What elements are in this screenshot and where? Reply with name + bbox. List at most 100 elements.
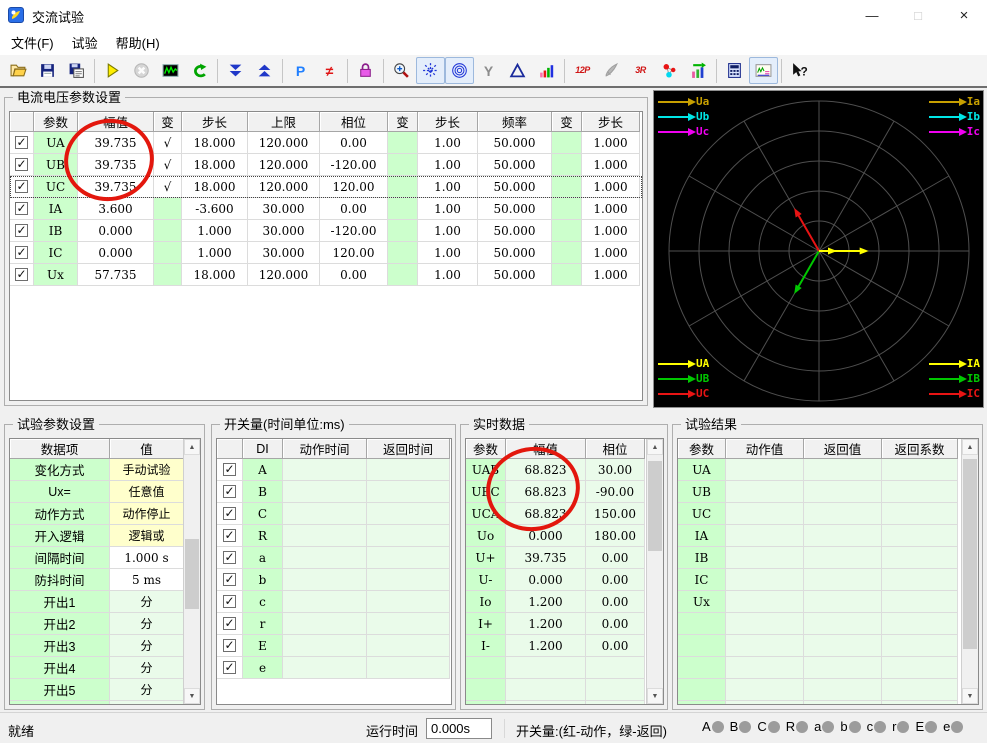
param-value-cell[interactable]: 1.000 xyxy=(182,242,248,264)
minimize-button[interactable]: — xyxy=(849,0,895,30)
delta-triangle-button[interactable] xyxy=(503,57,532,84)
param-value-cell[interactable]: √ xyxy=(154,176,182,198)
test-param-value[interactable]: 分 xyxy=(110,635,184,657)
chart-export-button[interactable] xyxy=(684,57,713,84)
param-value-cell[interactable]: 3.600 xyxy=(78,198,154,220)
test-param-value[interactable]: 逻辑或 xyxy=(110,525,184,547)
maximize-button[interactable]: □ xyxy=(895,0,941,30)
lock-button[interactable] xyxy=(351,57,380,84)
test-param-value[interactable]: 手动试验 xyxy=(110,459,184,481)
param-value-cell[interactable] xyxy=(154,198,182,220)
bar-levels-button[interactable] xyxy=(532,57,561,84)
param-value-cell[interactable]: 50.000 xyxy=(478,198,552,220)
param-value-cell[interactable]: 1.00 xyxy=(418,176,478,198)
param-value-cell[interactable]: 50.000 xyxy=(478,154,552,176)
save-floppy-button[interactable] xyxy=(33,57,62,84)
row-checkbox[interactable] xyxy=(223,660,236,674)
scroll-thumb[interactable] xyxy=(648,461,662,551)
param-value-cell[interactable]: 30.000 xyxy=(248,220,320,242)
rocket-button[interactable] xyxy=(597,57,626,84)
param-value-cell[interactable]: 1.00 xyxy=(418,198,478,220)
row-checkbox[interactable] xyxy=(223,462,236,476)
test-param-value[interactable]: 分 xyxy=(110,701,184,704)
param-value-cell[interactable]: 1.000 xyxy=(582,176,640,198)
param-value-cell[interactable]: 120.000 xyxy=(248,264,320,286)
vertical-scrollbar[interactable]: ▲ ▼ xyxy=(961,439,978,704)
calculator-button[interactable] xyxy=(720,57,749,84)
param-value-cell[interactable] xyxy=(154,264,182,286)
param-value-cell[interactable]: -120.00 xyxy=(320,154,388,176)
param-value-cell[interactable] xyxy=(154,220,182,242)
param-value-cell[interactable]: 1.00 xyxy=(418,242,478,264)
param-value-cell[interactable] xyxy=(388,242,418,264)
row-checkbox[interactable] xyxy=(223,506,236,520)
row-checkbox[interactable] xyxy=(223,484,236,498)
vertical-scrollbar[interactable]: ▲ ▼ xyxy=(646,439,663,704)
param-value-cell[interactable]: 1.000 xyxy=(582,264,640,286)
phase-flag-button[interactable]: P xyxy=(286,57,315,84)
test-param-value[interactable]: 5 ms xyxy=(110,569,184,591)
row-checkbox[interactable] xyxy=(223,550,236,564)
undo-arrow-button[interactable] xyxy=(185,57,214,84)
scroll-thumb[interactable] xyxy=(963,459,977,649)
param-value-cell[interactable]: 18.000 xyxy=(182,154,248,176)
param-value-cell[interactable]: 120.00 xyxy=(320,242,388,264)
param-value-cell[interactable]: √ xyxy=(154,154,182,176)
param-value-cell[interactable]: 1.000 xyxy=(582,220,640,242)
param-value-cell[interactable]: 50.000 xyxy=(478,176,552,198)
param-value-cell[interactable] xyxy=(552,264,582,286)
row-checkbox[interactable] xyxy=(223,616,236,630)
param-value-cell[interactable]: 50.000 xyxy=(478,264,552,286)
param-value-cell[interactable]: 1.000 xyxy=(182,220,248,242)
row-checkbox[interactable] xyxy=(223,594,236,608)
menu-item-file[interactable]: 文件(F) xyxy=(2,30,63,55)
param-value-cell[interactable] xyxy=(552,242,582,264)
param-value-cell[interactable]: 50.000 xyxy=(478,220,552,242)
param-value-cell[interactable]: 18.000 xyxy=(182,132,248,154)
scroll-up-button[interactable]: ▲ xyxy=(647,439,663,455)
starburst-button[interactable] xyxy=(416,57,445,84)
row-checkbox[interactable] xyxy=(15,267,28,281)
label-3r-button[interactable]: 3R xyxy=(626,57,655,84)
param-value-cell[interactable]: 1.000 xyxy=(582,154,640,176)
open-folder-button[interactable] xyxy=(4,57,33,84)
row-checkbox[interactable] xyxy=(15,245,28,259)
vertical-scrollbar[interactable]: ▲ ▼ xyxy=(183,439,200,704)
molecule-button[interactable] xyxy=(655,57,684,84)
param-value-cell[interactable] xyxy=(388,220,418,242)
param-value-cell[interactable] xyxy=(388,264,418,286)
scroll-down-button[interactable]: ▼ xyxy=(184,688,200,704)
target-rings-button[interactable] xyxy=(445,57,474,84)
param-value-cell[interactable] xyxy=(552,154,582,176)
param-value-cell[interactable]: 1.00 xyxy=(418,264,478,286)
step-down-button[interactable] xyxy=(221,57,250,84)
param-value-cell[interactable]: √ xyxy=(154,132,182,154)
param-value-cell[interactable]: 50.000 xyxy=(478,132,552,154)
row-checkbox[interactable] xyxy=(223,638,236,652)
scroll-down-button[interactable]: ▼ xyxy=(647,688,663,704)
param-value-cell[interactable]: 1.00 xyxy=(418,220,478,242)
param-value-cell[interactable]: 30.000 xyxy=(248,198,320,220)
param-value-cell[interactable]: 0.00 xyxy=(320,132,388,154)
param-value-cell[interactable]: 1.000 xyxy=(582,198,640,220)
param-value-cell[interactable] xyxy=(388,198,418,220)
param-value-cell[interactable]: 120.000 xyxy=(248,132,320,154)
param-value-cell[interactable]: 1.000 xyxy=(582,242,640,264)
menu-item-test[interactable]: 试验 xyxy=(63,30,107,55)
row-checkbox[interactable] xyxy=(15,179,28,193)
waveform-display-button[interactable] xyxy=(156,57,185,84)
row-checkbox[interactable] xyxy=(15,201,28,215)
param-value-cell[interactable]: 30.000 xyxy=(248,242,320,264)
y-connection-button[interactable]: Y xyxy=(474,57,503,84)
menu-item-help[interactable]: 帮助(H) xyxy=(107,30,169,55)
scroll-up-button[interactable]: ▲ xyxy=(184,439,200,455)
param-value-cell[interactable]: 39.735 xyxy=(78,154,154,176)
param-value-cell[interactable]: -120.00 xyxy=(320,220,388,242)
param-value-cell[interactable]: 18.000 xyxy=(182,176,248,198)
param-value-cell[interactable]: 1.000 xyxy=(582,132,640,154)
test-param-value[interactable]: 分 xyxy=(110,657,184,679)
save-report-button[interactable] xyxy=(62,57,91,84)
test-param-value[interactable]: 任意值 xyxy=(110,481,184,503)
param-value-cell[interactable] xyxy=(552,198,582,220)
step-up-button[interactable] xyxy=(250,57,279,84)
